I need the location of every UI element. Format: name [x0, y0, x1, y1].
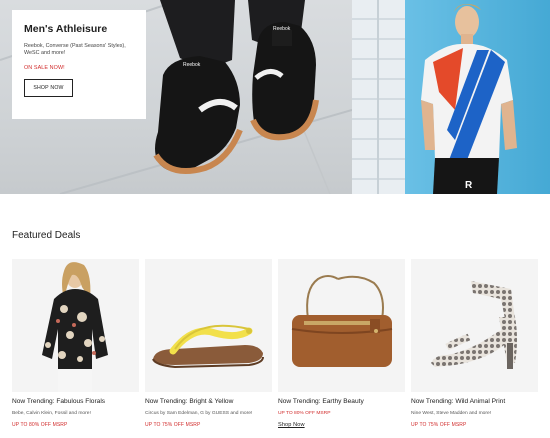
deal-card-florals[interactable]: Now Trending: Fabulous Florals Bebe, Cal… — [12, 259, 139, 428]
deal-image-yellow[interactable] — [145, 259, 272, 392]
model-image: R — [421, 4, 517, 194]
deal-title[interactable]: Now Trending: Fabulous Florals — [12, 398, 139, 406]
hero-banner[interactable]: Reebok Reebok R Men's Athleisure Reebok,… — [0, 0, 550, 194]
deal-subtitle: Circus by Sam Edelman, G by GUESS and mo… — [145, 411, 253, 416]
sandal-image — [152, 324, 264, 369]
reebok-label-left: Reebok — [183, 62, 201, 68]
blouse-image — [42, 262, 108, 392]
deal-discount: UP TO 75% OFF MSRP — [411, 422, 467, 428]
deal-title[interactable]: Now Trending: Wild Animal Print — [411, 398, 538, 406]
deal-title[interactable]: Now Trending: Bright & Yellow — [145, 398, 272, 406]
hero-description: Reebok, Converse (Past Seasons' Styles),… — [24, 43, 126, 57]
reebok-label-right: Reebok — [273, 26, 291, 32]
glass-block-wall — [352, 0, 405, 194]
deal-image-earthy[interactable] — [278, 259, 405, 392]
deal-title[interactable]: Now Trending: Earthy Beauty — [278, 398, 405, 406]
featured-deals-grid: Now Trending: Fabulous Florals Bebe, Cal… — [12, 259, 550, 438]
hero-title: Men's Athleisure — [24, 23, 108, 35]
heel-image — [431, 281, 517, 369]
handbag-image — [291, 275, 393, 367]
shirt-print-text: R — [465, 180, 473, 191]
hero-card: Men's Athleisure Reebok, Converse (Past … — [12, 10, 146, 119]
featured-deals-title: Featured Deals — [12, 230, 81, 241]
deal-card-animal[interactable]: Now Trending: Wild Animal Print Nine Wes… — [411, 259, 538, 428]
deal-discount: UP TO 80% OFF MSRP — [12, 422, 68, 428]
deal-card-yellow[interactable]: Now Trending: Bright & Yellow Circus by … — [145, 259, 272, 428]
shop-now-button[interactable]: SHOP NOW — [24, 79, 73, 98]
deal-discount: UP TO 80% OFF MSRP — [278, 411, 331, 416]
deal-subtitle: Nine West, Steve Madden and more! — [411, 411, 492, 416]
hero-photo-model: R — [405, 0, 550, 194]
deal-image-animal[interactable] — [411, 259, 538, 392]
hero-sale-label: ON SALE NOW! — [24, 65, 65, 72]
deal-card-earthy[interactable]: Now Trending: Earthy Beauty UP TO 80% OF… — [278, 259, 405, 428]
deal-subtitle: Bebe, Calvin Klein, Fossil and more! — [12, 411, 91, 416]
deal-image-florals[interactable] — [12, 259, 139, 392]
deal-discount: UP TO 75% OFF MSRP — [145, 422, 201, 428]
shop-now-link[interactable]: Shop Now — [278, 422, 405, 428]
